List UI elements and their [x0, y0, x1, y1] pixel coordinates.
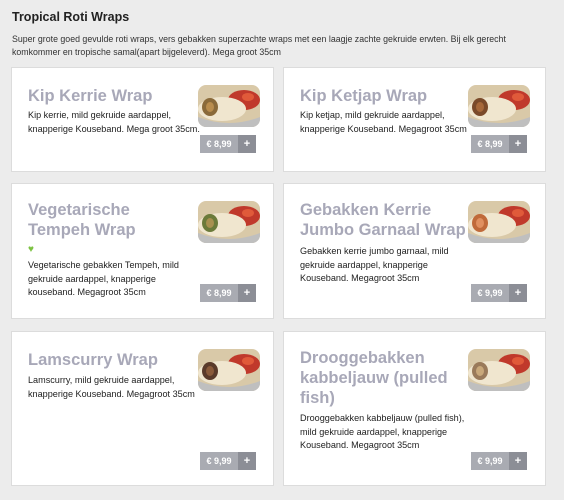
add-to-cart-button[interactable]: + — [509, 284, 527, 302]
section-description: Super grote goed gevulde roti wraps, ver… — [12, 34, 506, 57]
wrap-photo — [198, 85, 260, 127]
price-button[interactable]: € 9,99 — [200, 452, 238, 470]
add-to-cart-button[interactable]: + — [238, 284, 256, 302]
item-title: Lamscurry Wrap — [28, 351, 158, 369]
wrap-photo — [198, 349, 260, 391]
add-to-cart-button[interactable]: + — [238, 135, 256, 153]
item-title: Vegetarische Tempeh Wrap — [28, 201, 136, 239]
item-title: Kip Kerrie Wrap — [28, 87, 153, 105]
item-title: Kip Ketjap Wrap — [300, 87, 428, 105]
price-button[interactable]: € 8,99 — [471, 135, 509, 153]
price-button[interactable]: € 8,99 — [200, 135, 238, 153]
wrap-photo — [468, 349, 530, 391]
wrap-photo — [198, 201, 260, 243]
section-title: Tropical Roti Wraps — [12, 10, 130, 24]
add-to-cart-button[interactable]: + — [238, 452, 256, 470]
price-button[interactable]: € 9,99 — [471, 452, 509, 470]
add-to-cart-button[interactable]: + — [509, 452, 527, 470]
menu-item-card[interactable]: Vegetarische Tempeh Wrap ♥ Vegetarische … — [11, 183, 274, 319]
item-title: Gebakken Kerrie Jumbo Garnaal Wrap — [300, 201, 466, 239]
add-to-cart-button[interactable]: + — [509, 135, 527, 153]
wrap-photo — [468, 201, 530, 243]
item-description: Vegetarische gebakken Tempeh, mild gekru… — [28, 260, 179, 298]
menu-item-card[interactable]: Kip Ketjap Wrap Kip ketjap, mild gekruid… — [283, 67, 546, 172]
menu-item-card[interactable]: Gebakken Kerrie Jumbo Garnaal Wrap Gebak… — [283, 183, 546, 319]
price-button[interactable]: € 9,99 — [471, 284, 509, 302]
item-description: Kip kerrie, mild gekruide aardappel, kna… — [28, 110, 200, 134]
item-description: Gebakken kerrie jumbo garnaal, mild gekr… — [300, 246, 449, 284]
price-button[interactable]: € 8,99 — [200, 284, 238, 302]
wrap-photo — [468, 85, 530, 127]
item-description: Lamscurry, mild gekruide aardappel, knap… — [28, 375, 195, 399]
menu-item-card[interactable]: Drooggebakken kabbeljauw (pulled fish) D… — [283, 331, 546, 486]
item-title: Drooggebakken kabbeljauw (pulled fish) — [300, 349, 448, 407]
item-description: Kip ketjap, mild gekruide aardappel, kna… — [300, 110, 467, 134]
item-description: Drooggebakken kabbeljauw (pulled fish), … — [300, 413, 465, 451]
menu-grid: Kip Kerrie Wrap Kip kerrie, mild gekruid… — [11, 67, 546, 497]
vegetarian-heart-icon: ♥ — [28, 244, 34, 255]
menu-item-card[interactable]: Lamscurry Wrap Lamscurry, mild gekruide … — [11, 331, 274, 486]
menu-item-card[interactable]: Kip Kerrie Wrap Kip kerrie, mild gekruid… — [11, 67, 274, 172]
